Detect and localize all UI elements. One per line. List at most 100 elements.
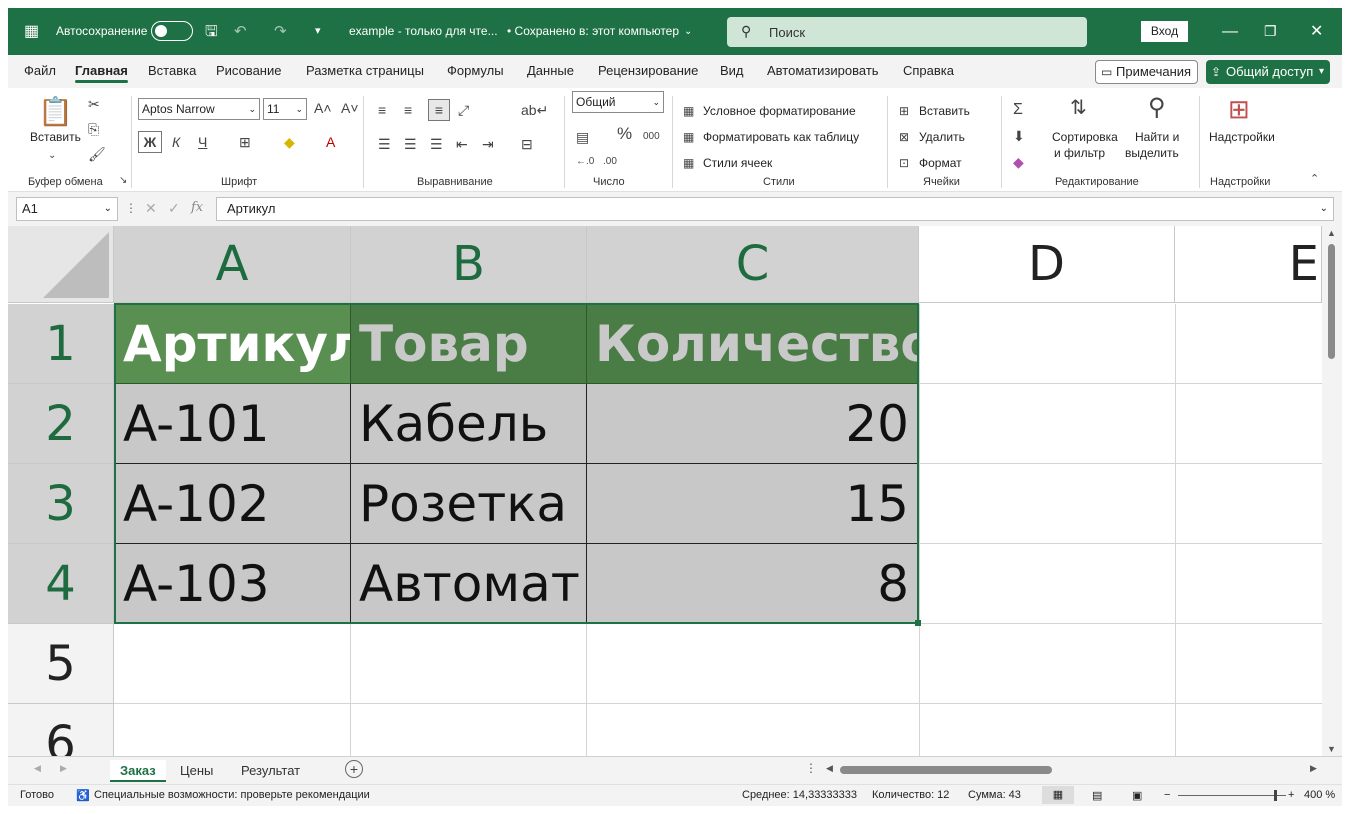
customize-qat-icon[interactable]: ▾ xyxy=(315,8,321,55)
sort-filter-line1[interactable]: Сортировка xyxy=(1052,130,1118,144)
fill-handle[interactable] xyxy=(915,620,921,626)
tab-formulas[interactable]: Формулы xyxy=(447,63,504,78)
column-header-a[interactable]: A xyxy=(114,226,351,303)
zoom-slider[interactable] xyxy=(1178,795,1286,796)
underline-button[interactable]: Ч xyxy=(198,134,207,150)
accounting-format-icon[interactable]: ▤ xyxy=(576,129,589,145)
increase-font-icon[interactable]: A˄ xyxy=(314,100,332,116)
sheet-tab-order[interactable]: Заказ xyxy=(110,760,166,782)
tab-data[interactable]: Данные xyxy=(527,63,574,78)
dialog-launcher-icon[interactable]: ↘ xyxy=(119,173,127,189)
row-header-6[interactable]: 6 xyxy=(8,704,114,756)
undo-icon[interactable]: ↶ xyxy=(234,8,247,55)
borders-icon[interactable]: ⊞ xyxy=(239,134,251,150)
find-select-line1[interactable]: Найти и xyxy=(1135,130,1179,144)
count-status[interactable]: Количество: 12 xyxy=(872,789,949,801)
italic-button[interactable]: К xyxy=(172,134,180,150)
bold-button[interactable]: Ж xyxy=(138,131,162,153)
increase-decimal-icon[interactable]: ←.0 xyxy=(576,154,594,170)
scrollbar-thumb[interactable] xyxy=(1328,244,1335,359)
format-cells-button[interactable]: Формат xyxy=(919,156,962,170)
align-right-icon[interactable]: ☰ xyxy=(430,136,443,152)
notes-button[interactable]: ▭ Примечания xyxy=(1095,60,1198,84)
prev-sheet-icon[interactable]: ◀ xyxy=(34,763,41,774)
find-select-icon[interactable]: ⚲ xyxy=(1148,94,1166,122)
vertical-scrollbar[interactable]: ▲ ▼ xyxy=(1322,226,1342,756)
format-as-table-button[interactable]: Форматировать как таблицу xyxy=(703,130,859,144)
accessibility-status[interactable]: Специальные возможности: проверьте реком… xyxy=(94,789,370,801)
zoom-slider-thumb[interactable] xyxy=(1274,790,1277,801)
cell-styles-button[interactable]: Стили ячеек xyxy=(703,156,772,170)
align-top-icon[interactable]: ≡ xyxy=(378,102,386,118)
tab-automate[interactable]: Автоматизировать xyxy=(767,63,879,78)
tab-file[interactable]: Файл xyxy=(24,63,56,78)
tab-page-layout[interactable]: Разметка страницы xyxy=(306,63,424,78)
decrease-font-icon[interactable]: A˅ xyxy=(341,100,359,116)
column-header-b[interactable]: B xyxy=(351,226,587,303)
cell-styles-icon[interactable]: ▦ xyxy=(683,155,694,171)
chevron-down-icon[interactable]: ⌄ xyxy=(684,8,692,55)
sheet-tab-prices[interactable]: Цены xyxy=(170,760,223,782)
zoom-level[interactable]: 400 % xyxy=(1304,789,1335,801)
zoom-in-icon[interactable]: + xyxy=(1288,789,1294,801)
page-layout-view-icon[interactable]: ▤ xyxy=(1092,789,1102,802)
orientation-icon[interactable]: ⤢ xyxy=(458,102,469,118)
increase-indent-icon[interactable]: ⇥ xyxy=(482,136,494,152)
copy-icon[interactable]: ⎘ xyxy=(88,121,99,137)
decrease-decimal-icon[interactable]: .00 xyxy=(603,154,617,170)
insert-cells-icon[interactable]: ⊞ xyxy=(899,103,909,119)
row-header-1[interactable]: 1 xyxy=(8,304,114,384)
average-status[interactable]: Среднее: 14,33333333 xyxy=(742,789,857,801)
clear-icon[interactable]: ◆ xyxy=(1013,154,1024,170)
decrease-indent-icon[interactable]: ⇤ xyxy=(456,136,468,152)
cancel-icon[interactable]: ✕ xyxy=(145,200,157,217)
align-middle-icon[interactable]: ≡ xyxy=(404,102,412,118)
percent-icon[interactable]: % xyxy=(617,125,632,142)
column-header-c[interactable]: C xyxy=(587,226,919,303)
insert-cells-button[interactable]: Вставить xyxy=(919,104,970,118)
enter-icon[interactable]: ✓ xyxy=(168,200,180,217)
align-center-icon[interactable]: ☰ xyxy=(404,136,417,152)
share-button[interactable]: ⇪ Общий доступ ▾ xyxy=(1206,60,1330,84)
sort-filter-icon[interactable]: ⇅ xyxy=(1070,96,1087,120)
search-box[interactable]: ⚲ Поиск xyxy=(727,17,1087,47)
tab-home[interactable]: Главная xyxy=(75,63,128,83)
row-header-5[interactable]: 5 xyxy=(8,624,114,704)
column-header-e[interactable]: E xyxy=(1175,226,1322,303)
page-break-view-icon[interactable]: ▣ xyxy=(1132,789,1142,802)
format-as-table-icon[interactable]: ▦ xyxy=(683,129,694,145)
column-header-d[interactable]: D xyxy=(919,226,1175,303)
row-header-2[interactable]: 2 xyxy=(8,384,114,464)
saved-status[interactable]: • Сохранено в: этот компьютер xyxy=(507,8,679,55)
tab-view[interactable]: Вид xyxy=(720,63,744,78)
find-select-line2[interactable]: выделить xyxy=(1125,146,1179,160)
row-header-3[interactable]: 3 xyxy=(8,464,114,544)
paste-label[interactable]: Вставить xyxy=(30,130,81,144)
minimize-icon[interactable]: — xyxy=(1222,8,1238,55)
font-name-select[interactable]: Aptos Narrow ⌄ xyxy=(138,98,260,120)
scroll-left-icon[interactable]: ◀ xyxy=(826,763,833,774)
autosum-icon[interactable]: Σ xyxy=(1013,102,1023,118)
sort-filter-line2[interactable]: и фильтр xyxy=(1054,146,1105,160)
comma-style-icon[interactable]: 000 xyxy=(643,129,660,145)
row-header-4[interactable]: 4 xyxy=(8,544,114,624)
tab-draw[interactable]: Рисование xyxy=(216,63,281,78)
align-left-icon[interactable]: ☰ xyxy=(378,136,391,152)
paste-icon[interactable]: 📋 xyxy=(38,97,73,127)
zoom-out-icon[interactable]: − xyxy=(1164,789,1170,801)
close-icon[interactable]: ✕ xyxy=(1310,8,1323,55)
delete-cells-icon[interactable]: ⊠ xyxy=(899,129,909,145)
normal-view-icon[interactable]: ▦ xyxy=(1042,786,1074,804)
addins-button[interactable]: Надстройки xyxy=(1209,130,1275,144)
wrap-text-icon[interactable]: ab↵ xyxy=(521,102,548,118)
chevron-down-icon[interactable]: ⌄ xyxy=(48,148,56,164)
add-sheet-icon[interactable]: + xyxy=(345,760,363,778)
name-box[interactable]: A1 ⌄ xyxy=(16,197,118,221)
format-painter-icon[interactable]: 🖌 xyxy=(88,146,106,162)
sum-status[interactable]: Сумма: 43 xyxy=(968,789,1021,801)
font-color-icon[interactable]: A xyxy=(326,134,335,150)
select-all-button[interactable] xyxy=(8,226,114,303)
collapse-ribbon-icon[interactable]: ⌃ xyxy=(1310,171,1319,187)
accessibility-icon[interactable]: ♿ xyxy=(76,789,90,802)
scroll-up-icon[interactable]: ▲ xyxy=(1327,228,1336,238)
